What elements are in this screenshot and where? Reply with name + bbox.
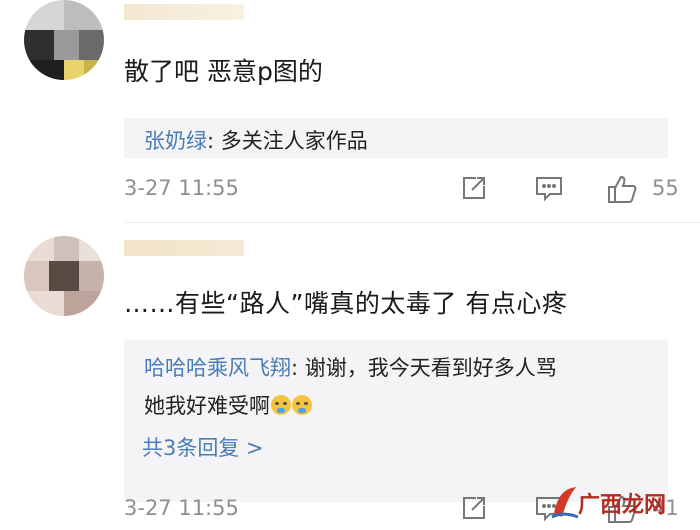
reply-line: 她我好难受啊: [144, 390, 312, 420]
share-icon[interactable]: [460, 494, 488, 526]
reply-username[interactable]: 哈哈哈乘风飞翔: [144, 356, 291, 380]
like-icon[interactable]: [606, 174, 638, 208]
reply-preview[interactable]: 张奶绿: 多关注人家作品: [124, 118, 668, 158]
like-count: 55: [652, 176, 679, 200]
watermark-text: 广西龙网: [578, 492, 667, 518]
reply-text: : 多关注人家作品: [207, 129, 368, 153]
reply-text: : 谢谢，我今天看到好多人骂: [291, 356, 557, 380]
comment-item: ……有些“路人”嘴真的太毒了 有点心疼 哈哈哈乘风飞翔: 谢谢，我今天看到好多人…: [0, 222, 700, 527]
reply-line: 哈哈哈乘风飞翔: 谢谢，我今天看到好多人骂: [144, 352, 557, 382]
watermark: 广西龙网: [550, 483, 670, 523]
comment-text: 散了吧 恶意p图的: [124, 57, 323, 86]
comment-icon[interactable]: [534, 174, 564, 206]
reply-username[interactable]: 张奶绿: [144, 129, 207, 153]
timestamp: 3-27 11:55: [124, 176, 239, 200]
username-blurred[interactable]: [124, 240, 244, 256]
comment-text: ……有些“路人”嘴真的太毒了 有点心疼: [124, 289, 568, 318]
comment-meta: 3-27 11:55 55: [124, 174, 700, 210]
reply-preview[interactable]: 哈哈哈乘风飞翔: 谢谢，我今天看到好多人骂 她我好难受啊 共3条回复 >: [124, 340, 668, 502]
more-replies-link[interactable]: 共3条回复 >: [142, 432, 264, 462]
avatar[interactable]: [24, 0, 104, 80]
timestamp: 3-27 11:55: [124, 496, 239, 520]
crying-emoji-icon: [292, 395, 312, 415]
reply-line: 张奶绿: 多关注人家作品: [144, 125, 368, 155]
avatar[interactable]: [24, 236, 104, 316]
username-blurred[interactable]: [124, 4, 244, 20]
reply-text: 她我好难受啊: [144, 394, 270, 418]
watermark-logo-icon: [551, 487, 579, 519]
comment-item: 散了吧 恶意p图的 张奶绿: 多关注人家作品 3-27 11:55 55: [0, 0, 700, 222]
share-icon[interactable]: [460, 174, 488, 206]
crying-emoji-icon: [271, 395, 291, 415]
